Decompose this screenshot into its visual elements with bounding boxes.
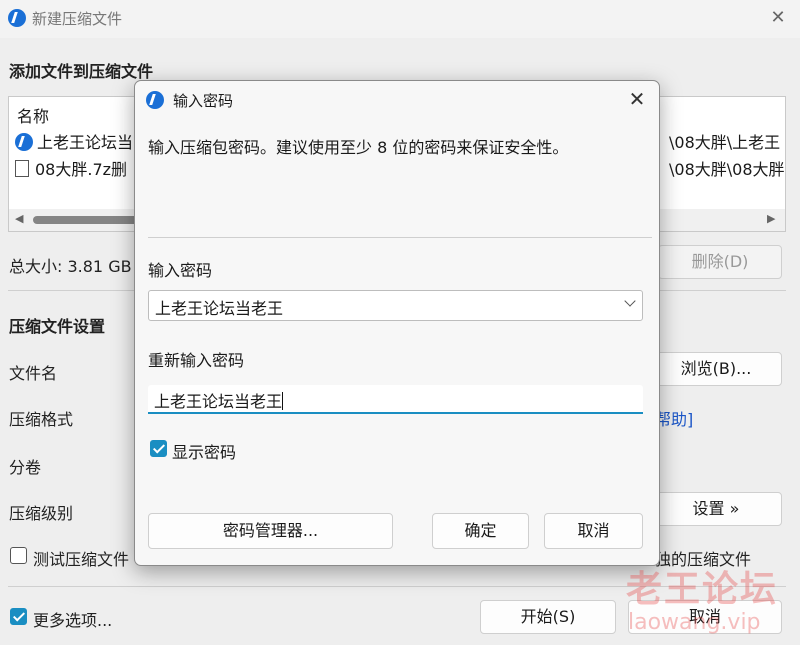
reenter-password-field[interactable]: 上老王论坛当老王 xyxy=(148,385,643,414)
divider xyxy=(148,237,652,238)
dialog-message: 输入压缩包密码。建议使用至少 8 位的密码来保证安全性。 xyxy=(148,138,569,157)
password-dialog: 输入密码 ✕ 输入压缩包密码。建议使用至少 8 位的密码来保证安全性。 输入密码… xyxy=(134,80,660,566)
close-icon[interactable]: ✕ xyxy=(623,85,651,113)
watermark-logo: 老王论坛 xyxy=(626,569,779,610)
password-combobox[interactable]: 上老王论坛当老王 xyxy=(148,290,643,321)
text-caret xyxy=(282,392,284,410)
chevron-down-icon[interactable] xyxy=(624,295,636,307)
password-label: 输入密码 xyxy=(148,261,213,280)
watermark-url: laowang.vip xyxy=(628,610,761,635)
show-password-checkbox[interactable] xyxy=(150,440,167,457)
reenter-password-value: 上老王论坛当老王 xyxy=(154,392,283,411)
show-password-label: 显示密码 xyxy=(172,443,237,462)
password-manager-button[interactable]: 密码管理器... xyxy=(148,513,393,549)
dialog-title: 输入密码 xyxy=(173,92,234,110)
ok-button[interactable]: 确定 xyxy=(432,513,529,549)
dialog-cancel-button[interactable]: 取消 xyxy=(544,513,643,549)
app-bolt-icon xyxy=(146,91,164,109)
password-value: 上老王论坛当老王 xyxy=(155,299,284,318)
reenter-label: 重新输入密码 xyxy=(148,351,245,370)
